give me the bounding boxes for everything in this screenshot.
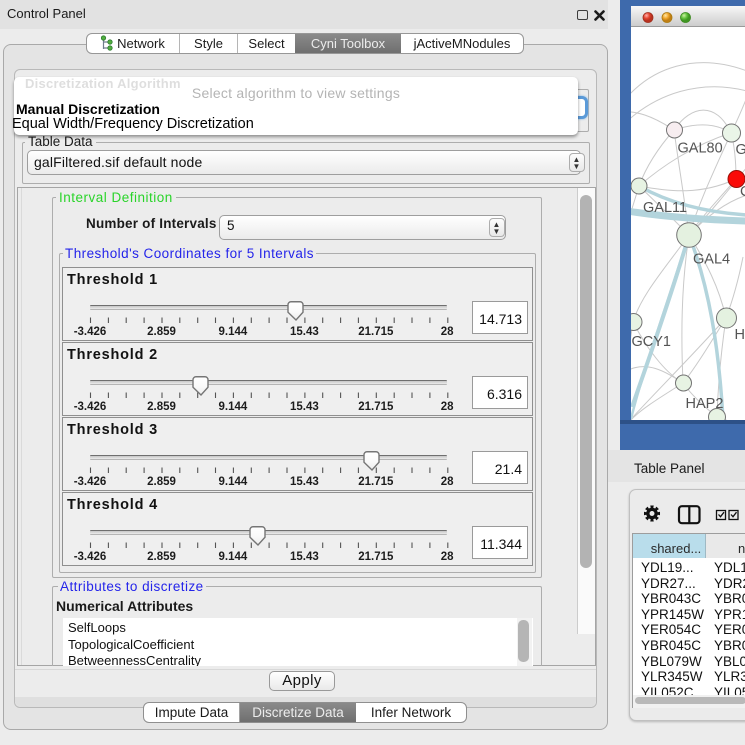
svg-text:CR: CR xyxy=(740,184,745,200)
svg-text:GAL11: GAL11 xyxy=(643,200,687,216)
svg-text:GCY1: GCY1 xyxy=(632,334,672,350)
svg-text:HA: HA xyxy=(735,327,745,343)
svg-text:GA: GA xyxy=(736,142,745,158)
svg-text:GAL80: GAL80 xyxy=(678,141,723,157)
svg-text:GAL4: GAL4 xyxy=(693,252,730,268)
svg-text:HAP2: HAP2 xyxy=(686,396,724,412)
